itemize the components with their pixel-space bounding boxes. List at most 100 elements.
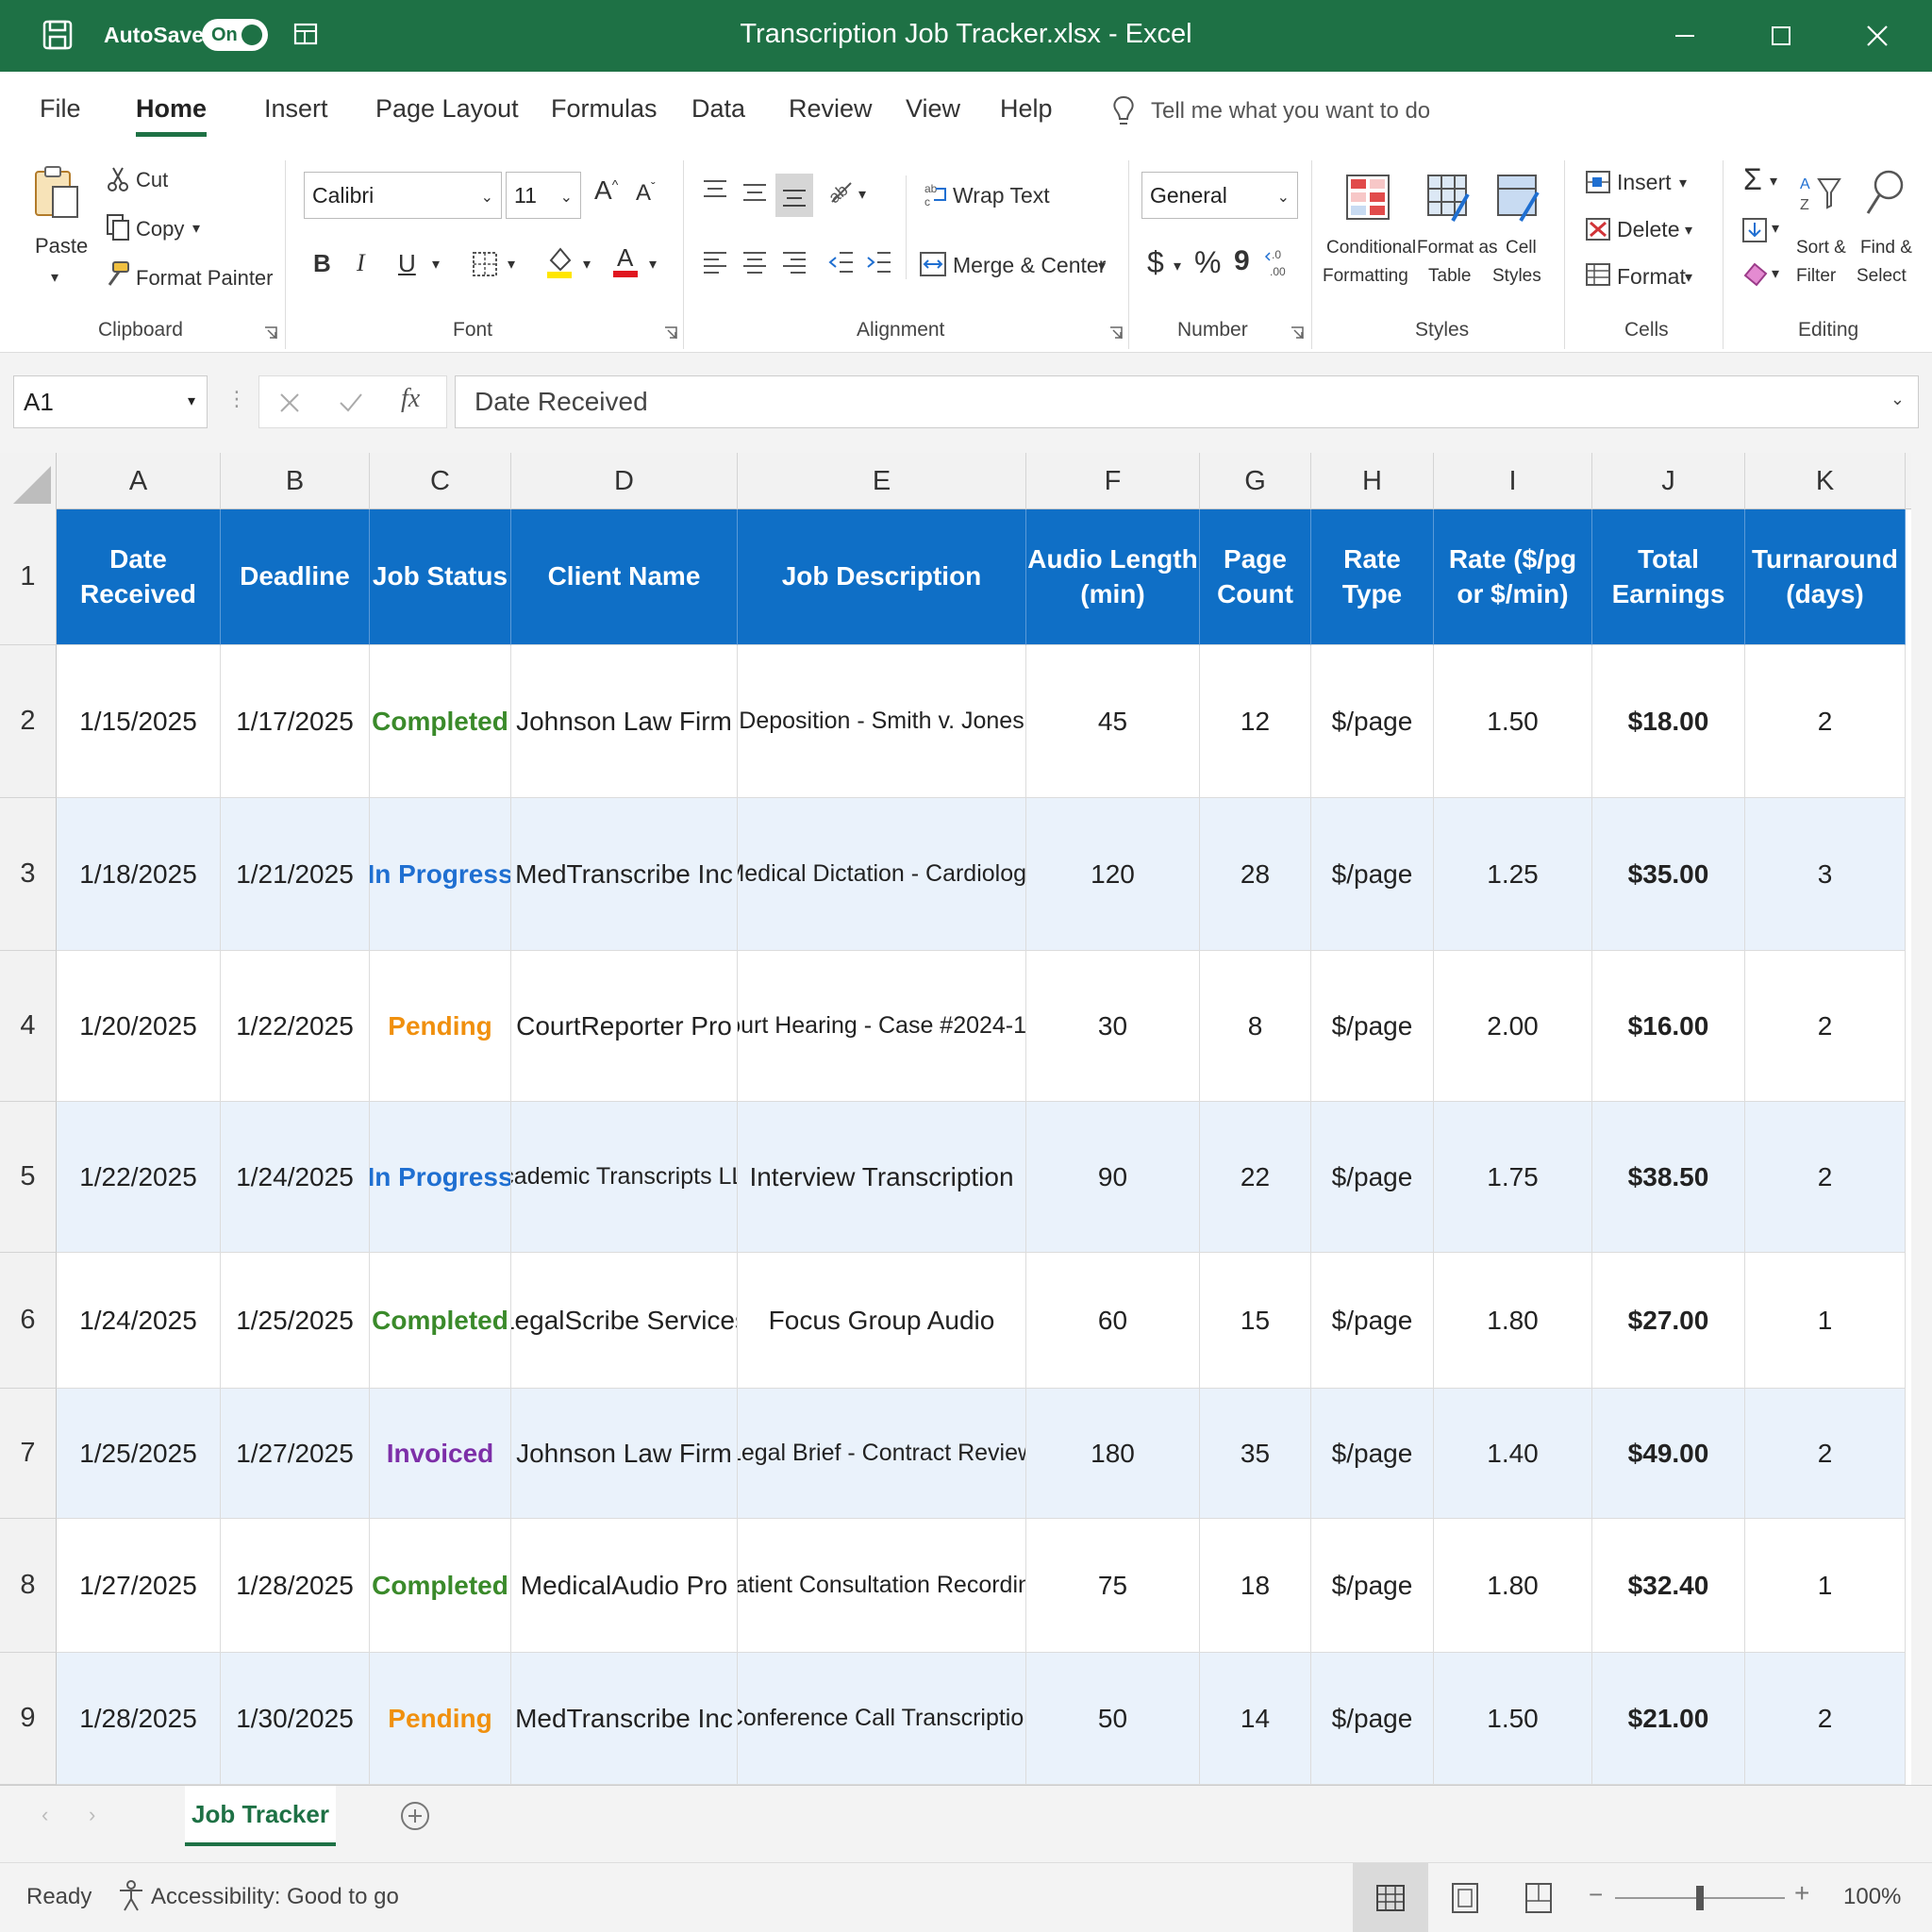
maximize-button[interactable]: [1753, 13, 1809, 58]
table-cell[interactable]: 1/22/2025: [57, 1102, 221, 1253]
merge-center-button[interactable]: Merge & Center: [953, 253, 1106, 278]
header-cell[interactable]: Audio Length (min): [1026, 509, 1200, 645]
format-dropdown-icon[interactable]: ▾: [1685, 268, 1692, 287]
accounting-dropdown-icon[interactable]: ▾: [1174, 257, 1181, 275]
column-header-a[interactable]: A: [57, 453, 221, 509]
table-cell[interactable]: 28: [1200, 798, 1311, 951]
tab-home[interactable]: Home: [136, 94, 208, 137]
row-header[interactable]: 6: [0, 1253, 57, 1389]
status-cell[interactable]: Completed: [370, 645, 511, 798]
copy-button[interactable]: Copy: [136, 217, 184, 242]
column-header-f[interactable]: F: [1026, 453, 1200, 509]
table-cell[interactable]: Deposition - Smith v. Jones: [738, 645, 1026, 798]
select-all-corner[interactable]: [0, 453, 57, 509]
borders-icon[interactable]: [472, 251, 498, 277]
bottom-align-button[interactable]: [775, 174, 813, 217]
status-cell[interactable]: Completed: [370, 1519, 511, 1653]
orientation-dropdown-icon[interactable]: ▾: [858, 185, 866, 204]
more-options-icon[interactable]: ⋮: [226, 387, 247, 411]
table-cell[interactable]: 2: [1745, 1653, 1906, 1785]
tab-insert[interactable]: Insert: [264, 94, 328, 124]
header-cell[interactable]: Date Received: [57, 509, 221, 645]
table-cell[interactable]: 14: [1200, 1653, 1311, 1785]
table-cell[interactable]: 60: [1026, 1253, 1200, 1389]
vertical-scrollbar[interactable]: [1911, 453, 1932, 1785]
underline-button[interactable]: U: [398, 249, 416, 278]
row-header[interactable]: 5: [0, 1102, 57, 1253]
header-cell[interactable]: Client Name: [511, 509, 738, 645]
insert-dropdown-icon[interactable]: ▾: [1679, 174, 1687, 192]
align-left-icon[interactable]: [702, 251, 728, 274]
accessibility-status[interactable]: Accessibility: Good to go: [151, 1884, 399, 1910]
table-cell[interactable]: MedicalAudio Pro: [511, 1519, 738, 1653]
table-cell[interactable]: 50: [1026, 1653, 1200, 1785]
table-cell[interactable]: 1: [1745, 1253, 1906, 1389]
table-cell[interactable]: Conference Call Transcription: [738, 1653, 1026, 1785]
enter-icon[interactable]: [339, 391, 363, 414]
autosum-icon[interactable]: Σ: [1743, 162, 1762, 197]
table-cell[interactable]: 22: [1200, 1102, 1311, 1253]
table-cell[interactable]: 15: [1200, 1253, 1311, 1389]
table-cell[interactable]: 90: [1026, 1102, 1200, 1253]
tab-formulas[interactable]: Formulas: [551, 94, 658, 124]
zoom-out-icon[interactable]: −: [1589, 1880, 1603, 1909]
earnings-cell[interactable]: $35.00: [1592, 798, 1745, 951]
earnings-cell[interactable]: $49.00: [1592, 1389, 1745, 1519]
fill-color-icon[interactable]: [545, 245, 574, 279]
fill-dropdown-icon[interactable]: ▾: [1772, 219, 1779, 238]
underline-dropdown-icon[interactable]: ▾: [432, 255, 440, 274]
worksheet-grid[interactable]: ABCDEFGHIJK 1 Date Received Deadline Job St…: [0, 453, 1932, 1785]
row-header[interactable]: 2: [0, 645, 57, 798]
table-cell[interactable]: 1/17/2025: [221, 645, 370, 798]
row-header[interactable]: 3: [0, 798, 57, 951]
paste-dropdown-icon[interactable]: ▾: [51, 268, 58, 287]
table-cell[interactable]: 1.75: [1434, 1102, 1592, 1253]
copy-dropdown-icon[interactable]: ▾: [192, 219, 200, 238]
font-launcher-icon[interactable]: [664, 326, 677, 340]
page-break-view-icon[interactable]: [1524, 1882, 1553, 1914]
header-cell[interactable]: Page Count: [1200, 509, 1311, 645]
increase-font-size-icon[interactable]: A^: [594, 175, 618, 206]
earnings-cell[interactable]: $18.00: [1592, 645, 1745, 798]
table-cell[interactable]: 75: [1026, 1519, 1200, 1653]
tab-review[interactable]: Review: [789, 94, 873, 124]
table-cell[interactable]: 1.50: [1434, 1653, 1592, 1785]
table-cell[interactable]: 1/30/2025: [221, 1653, 370, 1785]
tab-view[interactable]: View: [906, 94, 960, 124]
table-cell[interactable]: $/page: [1311, 1519, 1434, 1653]
orientation-icon[interactable]: ab: [826, 177, 857, 206]
align-right-icon[interactable]: [781, 251, 808, 274]
comma-style-button[interactable]: 9: [1234, 245, 1250, 277]
delete-cells-button[interactable]: Delete: [1617, 217, 1679, 242]
formula-input[interactable]: Date Received ⌄: [455, 375, 1919, 428]
increase-indent-icon[interactable]: [866, 251, 892, 274]
font-family-select[interactable]: Calibri ⌄: [304, 172, 502, 219]
header-cell[interactable]: Rate Type: [1311, 509, 1434, 645]
table-cell[interactable]: 1.80: [1434, 1253, 1592, 1389]
name-box[interactable]: A1 ▾: [13, 375, 208, 428]
table-cell[interactable]: 2: [1745, 1102, 1906, 1253]
middle-align-icon[interactable]: [741, 181, 768, 204]
column-header-k[interactable]: K: [1745, 453, 1906, 509]
zoom-slider-thumb[interactable]: [1696, 1886, 1704, 1910]
table-cell[interactable]: 2.00: [1434, 951, 1592, 1102]
table-cell[interactable]: $/page: [1311, 1653, 1434, 1785]
accounting-format-button[interactable]: $: [1147, 245, 1164, 280]
close-button[interactable]: [1849, 13, 1906, 58]
delete-dropdown-icon[interactable]: ▾: [1685, 221, 1692, 240]
table-cell[interactable]: 1/22/2025: [221, 951, 370, 1102]
table-cell[interactable]: Medical Dictation - Cardiology: [738, 798, 1026, 951]
table-cell[interactable]: $/page: [1311, 1102, 1434, 1253]
table-cell[interactable]: 1/24/2025: [221, 1102, 370, 1253]
column-header-j[interactable]: J: [1592, 453, 1745, 509]
table-cell[interactable]: 1.50: [1434, 645, 1592, 798]
status-cell[interactable]: In Progress: [370, 1102, 511, 1253]
expand-formula-icon[interactable]: ⌄: [1890, 390, 1905, 409]
table-cell[interactable]: 1/25/2025: [57, 1389, 221, 1519]
table-cell[interactable]: 180: [1026, 1389, 1200, 1519]
table-cell[interactable]: MedTranscribe Inc: [511, 1653, 738, 1785]
sheet-tab-job-tracker[interactable]: Job Tracker: [185, 1786, 336, 1846]
row-header[interactable]: 8: [0, 1519, 57, 1653]
table-cell[interactable]: 3: [1745, 798, 1906, 951]
earnings-cell[interactable]: $16.00: [1592, 951, 1745, 1102]
